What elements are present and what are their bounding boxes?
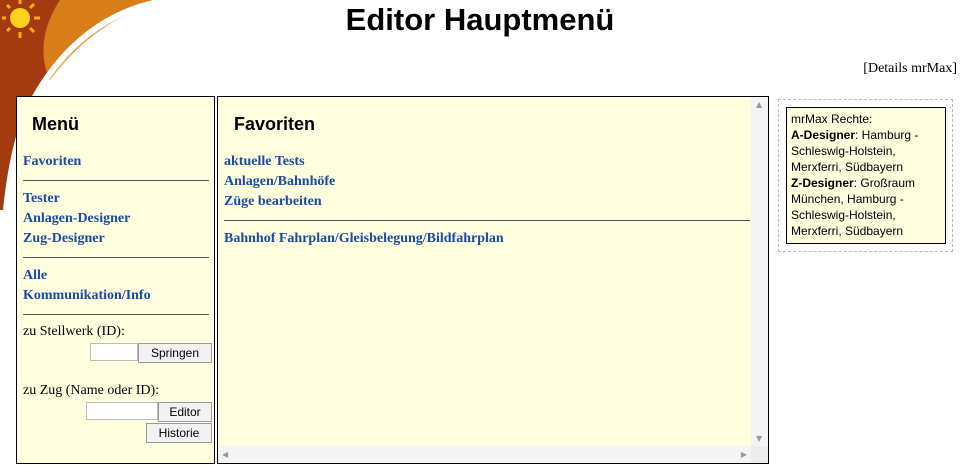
menu-divider <box>23 257 209 258</box>
menu-divider <box>23 314 209 315</box>
horizontal-scrollbar[interactable]: ◀ ▶ <box>218 446 751 463</box>
menu-body: Favoriten Tester Anlagen-Designer Zug-De… <box>23 152 212 443</box>
rights-container: mrMax Rechte: A-Designer: Hamburg - Schl… <box>778 99 953 252</box>
rights-title: mrMax Rechte: <box>791 112 873 126</box>
scroll-down-icon[interactable]: ▼ <box>756 434 762 443</box>
menu-link-alle[interactable]: Alle <box>23 266 209 286</box>
springen-button[interactable]: Springen <box>138 343 212 363</box>
editor-button[interactable]: Editor <box>158 402 212 422</box>
rights-box: mrMax Rechte: A-Designer: Hamburg - Schl… <box>786 107 946 244</box>
menu-divider <box>23 180 209 181</box>
z-designer-rights: Z-Designer: Großraum München, Hamburg - … <box>791 175 941 239</box>
a-designer-label: A-Designer <box>791 128 856 142</box>
menu-heading: Menü <box>32 114 79 134</box>
menu-panel: Menü Favoriten Tester Anlagen-Designer Z… <box>16 96 215 464</box>
favorites-panel: Favoriten aktuelle Tests Anlagen/Bahnhöf… <box>217 96 769 464</box>
fav-link-bahnhof-fahrplan[interactable]: Bahnhof Fahrplan/Gleisbelegung/Bildfahrp… <box>224 229 750 249</box>
menu-link-favoriten[interactable]: Favoriten <box>23 152 209 172</box>
favorites-heading: Favoriten <box>234 114 316 134</box>
stellwerk-label: zu Stellwerk (ID): <box>23 324 125 339</box>
scroll-up-icon[interactable]: ▲ <box>756 100 762 109</box>
page-title: Editor Hauptmenü <box>345 2 615 37</box>
favorites-divider <box>224 220 750 221</box>
menu-link-tester[interactable]: Tester <box>23 189 209 209</box>
favorites-body: aktuelle Tests Anlagen/Bahnhöfe Züge bea… <box>224 152 750 249</box>
fav-link-aktuelle-tests[interactable]: aktuelle Tests <box>224 152 750 172</box>
scrollbar-corner <box>751 446 768 463</box>
fav-link-anlagen-bahnhoefe[interactable]: Anlagen/Bahnhöfe <box>224 172 750 192</box>
a-designer-rights: A-Designer: Hamburg - Schleswig-Holstein… <box>791 127 941 175</box>
details-link[interactable]: [Details mrMax] <box>863 61 957 77</box>
menu-link-anlagen-designer[interactable]: Anlagen-Designer <box>23 209 209 229</box>
zug-label: zu Zug (Name oder ID): <box>23 383 160 398</box>
fav-link-zuege-bearbeiten[interactable]: Züge bearbeiten <box>224 192 750 212</box>
scroll-right-icon[interactable]: ▶ <box>741 450 747 459</box>
menu-link-zug-designer[interactable]: Zug-Designer <box>23 229 209 249</box>
zug-name-input[interactable] <box>86 402 158 420</box>
stellwerk-id-input[interactable] <box>90 343 138 361</box>
menu-link-kommunikation-info[interactable]: Kommunikation/Info <box>23 286 209 306</box>
vertical-scrollbar[interactable]: ▲ ▼ <box>751 97 768 446</box>
z-designer-label: Z-Designer <box>791 176 854 190</box>
scroll-left-icon[interactable]: ◀ <box>222 450 228 459</box>
historie-button[interactable]: Historie <box>146 423 212 443</box>
